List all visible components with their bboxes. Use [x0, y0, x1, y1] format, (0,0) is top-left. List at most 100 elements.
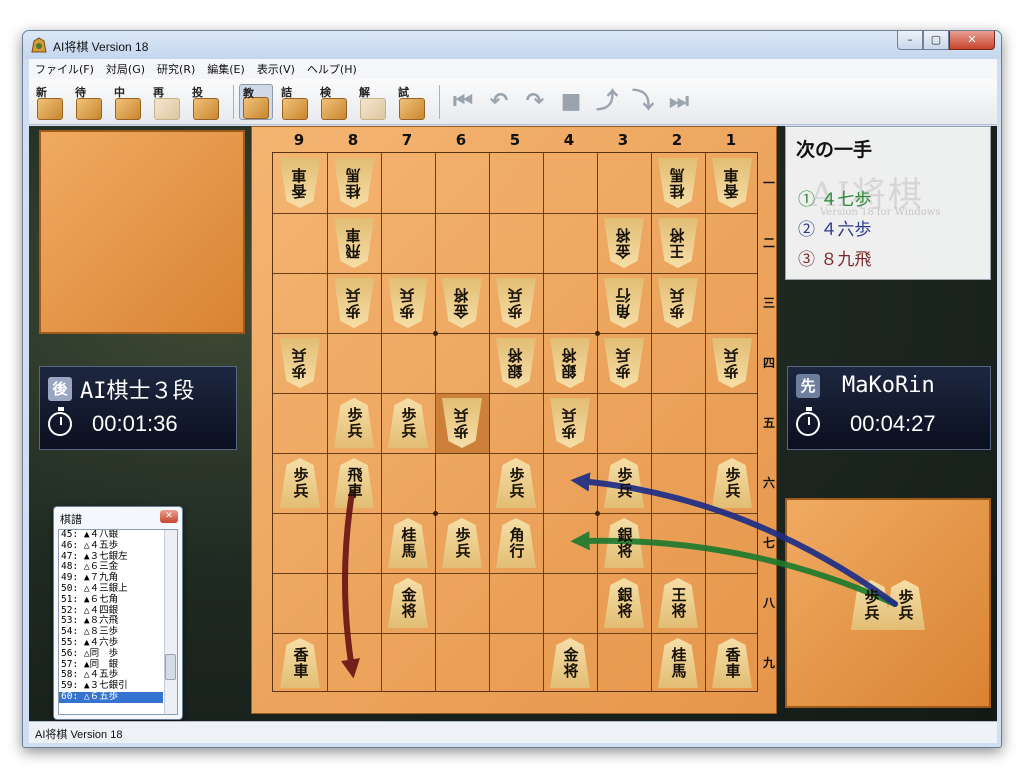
app-icon	[31, 37, 47, 53]
shogi-piece[interactable]: 歩兵	[550, 398, 590, 448]
shogi-piece[interactable]: 歩兵	[388, 398, 428, 448]
shogi-piece[interactable]: 歩兵	[658, 278, 698, 328]
step-next-button[interactable]: ⤵	[630, 87, 656, 117]
piece-text: 王将	[669, 587, 688, 619]
shogi-piece[interactable]: 金将	[388, 578, 428, 628]
shogi-piece[interactable]: 歩兵	[334, 278, 374, 328]
kifu-window[interactable]: 棋譜 ✕ 45: ▲４八銀 46: △４五歩 47: ▲３七銀左 48: △６三金 49…	[53, 506, 183, 720]
kifu-entry[interactable]: 46: △４五歩	[59, 540, 163, 552]
forward-button[interactable]: ↷	[522, 87, 548, 117]
shogi-piece[interactable]: 銀将	[604, 518, 644, 568]
test-button[interactable]: 試	[395, 84, 429, 120]
tsume-button[interactable]: 詰	[278, 84, 312, 120]
kifu-entry[interactable]: 51: ▲６七角	[59, 594, 163, 606]
teach-button[interactable]: 教	[239, 83, 273, 120]
shogi-piece[interactable]: 飛車	[334, 218, 374, 268]
resign-button[interactable]: 投	[189, 84, 223, 120]
minimize-button[interactable]: –	[897, 31, 923, 50]
shogi-piece[interactable]: 歩兵	[442, 398, 482, 448]
shogi-piece[interactable]: 角行	[604, 278, 644, 328]
kifu-list[interactable]: 45: ▲４八銀 46: △４五歩 47: ▲３七銀左 48: △６三金 49: ▲７九…	[58, 529, 178, 715]
shogi-piece[interactable]: 香車	[280, 158, 320, 208]
gote-timer: 00:01:36	[92, 411, 178, 436]
kifu-entry[interactable]: 60: △６五歩	[59, 691, 163, 703]
shogi-board[interactable]: 香車 桂馬 桂馬 香車 飛車 金将 王将 歩兵 歩兵 金将 歩兵 角行 歩兵 歩兵 銀将 銀将 歩兵 歩兵 歩兵 歩兵…	[251, 126, 777, 714]
menu-item-3[interactable]: 編集(E)	[201, 61, 251, 77]
title-bar[interactable]: AI将棋 Version 18 – ▢ ✕	[23, 31, 1001, 59]
shogi-piece[interactable]: 飛車	[334, 458, 374, 508]
shogi-piece[interactable]: 香車	[712, 158, 752, 208]
first-move-button[interactable]: ⏮	[450, 87, 476, 117]
hint-move-3[interactable]: ③ ８九飛	[798, 245, 871, 270]
shogi-piece[interactable]: 歩兵	[604, 338, 644, 388]
analyze-button[interactable]: 検	[317, 84, 351, 120]
toolbar-separator	[439, 84, 440, 119]
shogi-piece[interactable]: 歩兵	[388, 278, 428, 328]
row-label: 八	[762, 596, 775, 610]
shogi-piece[interactable]: 金将	[604, 218, 644, 268]
piece-text: 歩兵	[668, 287, 687, 319]
game-area: 後 AI棋士３段 00:01:36 棋譜 ✕ 45: ▲４八銀 46: △４五歩 4…	[29, 126, 997, 721]
stop-button[interactable]: ■	[558, 87, 584, 117]
shogi-piece[interactable]: 歩兵	[604, 458, 644, 508]
piece-text: 桂馬	[668, 167, 687, 199]
shogi-piece[interactable]: 金将	[550, 638, 590, 688]
undo-wait-button[interactable]: 待	[72, 84, 106, 120]
question-icon	[282, 97, 308, 120]
shogi-piece[interactable]: 歩兵	[280, 458, 320, 508]
shogi-piece[interactable]: 歩兵	[712, 338, 752, 388]
pause-button[interactable]: 中	[111, 84, 145, 120]
shogi-piece[interactable]: 金将	[442, 278, 482, 328]
shogi-piece[interactable]: 王将	[658, 578, 698, 628]
piece-text: 歩兵	[862, 589, 881, 621]
toolbar-button-label: 解	[359, 85, 370, 99]
menu-item-2[interactable]: 研究(R)	[151, 61, 201, 77]
shogi-piece[interactable]: 歩兵	[280, 338, 320, 388]
menu-item-0[interactable]: ファイル(F)	[29, 61, 100, 77]
hint-move-1[interactable]: ① ４七歩	[798, 185, 871, 210]
grid-line	[273, 213, 757, 214]
shogi-piece[interactable]: 王将	[658, 218, 698, 268]
shogi-piece[interactable]: 銀将	[604, 578, 644, 628]
resume-button[interactable]: 再	[150, 84, 184, 120]
menu-item-1[interactable]: 対局(G)	[100, 61, 151, 77]
hint-move-2[interactable]: ② ４六歩	[798, 215, 871, 240]
shogi-piece[interactable]: 歩兵	[442, 518, 482, 568]
piece-text: 歩兵	[614, 347, 633, 379]
shogi-piece[interactable]: 桂馬	[658, 638, 698, 688]
shogi-piece[interactable]: 角行	[496, 518, 536, 568]
shogi-piece[interactable]: 歩兵	[885, 580, 925, 630]
sente-piece-stand[interactable]: 歩兵 歩兵	[785, 498, 991, 708]
new-board-icon	[37, 97, 63, 120]
toolbar-button-label: 教	[243, 86, 254, 100]
shogi-piece[interactable]: 桂馬	[334, 158, 374, 208]
hint-title: 次の一手	[796, 139, 873, 161]
step-button[interactable]: ⤴	[594, 87, 620, 117]
shogi-piece[interactable]: 桂馬	[658, 158, 698, 208]
kifu-scrollbar[interactable]	[164, 530, 177, 714]
piece-text: 香車	[722, 167, 741, 199]
shogi-piece[interactable]: 歩兵	[496, 458, 536, 508]
kifu-scroll-thumb[interactable]	[165, 654, 176, 680]
back-button[interactable]: ↶	[486, 87, 512, 117]
kifu-close-button[interactable]: ✕	[160, 510, 178, 523]
shogi-piece[interactable]: 香車	[280, 638, 320, 688]
menu-item-4[interactable]: 表示(V)	[251, 61, 301, 77]
shogi-piece[interactable]: 桂馬	[388, 518, 428, 568]
maximize-button[interactable]: ▢	[923, 31, 949, 50]
new-game-button[interactable]: 新	[33, 84, 67, 120]
menu-item-5[interactable]: ヘルプ(H)	[301, 61, 363, 77]
solve-button[interactable]: 解	[356, 84, 390, 120]
shogi-piece[interactable]: 銀将	[550, 338, 590, 388]
shogi-piece[interactable]: 香車	[712, 638, 752, 688]
piece-text: 香車	[290, 167, 309, 199]
close-button[interactable]: ✕	[949, 31, 995, 50]
kifu-entry[interactable]: 56: △同 歩	[59, 648, 163, 660]
grid-line	[273, 453, 757, 454]
gote-player-name: AI棋士３段	[80, 379, 195, 404]
shogi-piece[interactable]: 歩兵	[712, 458, 752, 508]
last-move-button[interactable]: ⏭	[666, 87, 692, 117]
shogi-piece[interactable]: 歩兵	[334, 398, 374, 448]
shogi-piece[interactable]: 銀将	[496, 338, 536, 388]
shogi-piece[interactable]: 歩兵	[496, 278, 536, 328]
